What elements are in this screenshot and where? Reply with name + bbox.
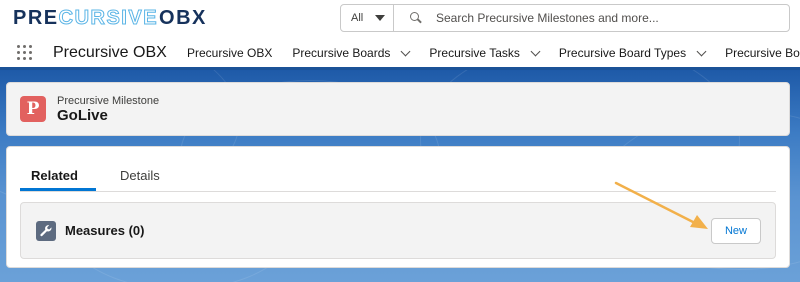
record-tabs: Related Details	[20, 147, 776, 192]
global-header: PRECURSIVEOBX All	[0, 0, 800, 36]
nav-item-precursive-board-p[interactable]: Precursive Board P	[725, 46, 800, 60]
record-title: GoLive	[57, 107, 108, 124]
record-body-card: Related Details Measures (0) New	[6, 146, 790, 268]
chevron-down-icon[interactable]	[696, 46, 707, 56]
nav-item-precursive-tasks[interactable]: Precursive Tasks	[429, 46, 541, 60]
nav-item-precursive-obx[interactable]: Precursive OBX	[187, 46, 272, 60]
caret-down-icon	[375, 15, 386, 21]
tab-related[interactable]: Related	[31, 168, 78, 183]
search-scope-label: All	[351, 12, 364, 24]
global-search: All	[340, 4, 790, 32]
app-name: Precursive OBX	[53, 44, 167, 61]
related-list-measures: Measures (0) New	[20, 202, 776, 259]
wrench-icon	[36, 221, 56, 241]
precursive-obx-logo[interactable]: PRECURSIVEOBX	[13, 7, 207, 30]
search-icon	[410, 12, 422, 24]
tab-details[interactable]: Details	[120, 168, 160, 183]
chevron-down-icon[interactable]	[400, 46, 411, 56]
related-list-title[interactable]: Measures (0)	[65, 223, 144, 238]
chevron-down-icon[interactable]	[530, 46, 541, 56]
precursive-milestone-icon: P	[20, 96, 46, 122]
app-nav-bar: Precursive OBX Precursive OBX Precursive…	[0, 36, 800, 70]
search-scope-dropdown[interactable]: All	[341, 5, 394, 31]
search-field	[394, 5, 789, 31]
new-button[interactable]: New	[711, 218, 761, 244]
nav-items: Precursive OBX Precursive Boards Precurs…	[187, 36, 800, 70]
nav-item-precursive-boards[interactable]: Precursive Boards	[292, 46, 411, 60]
active-tab-indicator	[20, 188, 96, 191]
app-launcher-icon[interactable]	[17, 45, 34, 62]
nav-item-precursive-board-types[interactable]: Precursive Board Types	[559, 46, 707, 60]
search-input[interactable]	[436, 11, 776, 25]
record-header: P Precursive Milestone GoLive	[6, 82, 790, 136]
record-type-label: Precursive Milestone	[57, 95, 160, 107]
